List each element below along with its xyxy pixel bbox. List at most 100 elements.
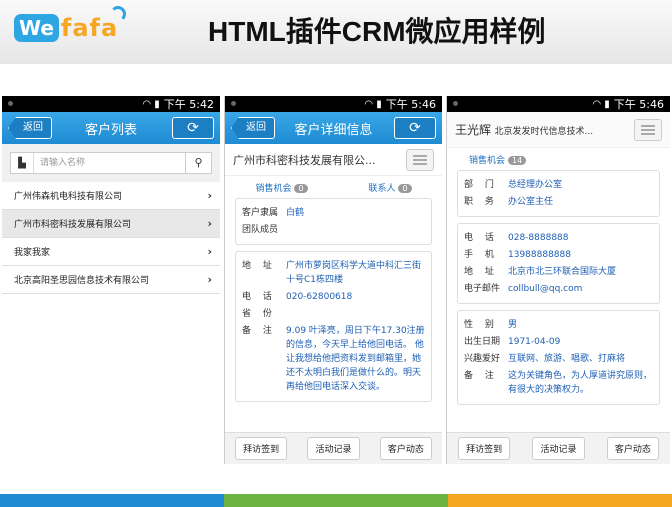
- notification-dot-icon: [8, 101, 13, 106]
- info-card: 地 址 广州市萝岗区科学大道中科汇三街十号C1栋四楼 电 话 020-6280061…: [235, 251, 432, 402]
- activity-log-button[interactable]: 活动记录: [307, 437, 360, 460]
- company-header: 广州市科密科技发展有限公...: [225, 144, 442, 176]
- field-label: 团队成员: [242, 225, 279, 235]
- tab-sales-opportunity[interactable]: 销售机会 0: [255, 181, 308, 194]
- field-row: 性 别男: [464, 318, 653, 332]
- back-button[interactable]: 返回: [231, 117, 275, 139]
- phone-customer-detail: ◠ ▮ 下午 5:46 客户详细信息 返回 ⟳ 广州市科密科技发展有限公... …: [224, 96, 442, 464]
- logo-fafa: fafa: [60, 14, 119, 42]
- list-item[interactable]: 广州伟森机电科技有限公司 ›: [2, 182, 220, 210]
- list-item[interactable]: 我家我家 ›: [2, 238, 220, 266]
- field-row: 出生日期 1971-04-09: [464, 335, 653, 349]
- contact-header: 王光辉 北京发发时代信息技术...: [447, 112, 670, 148]
- visit-checkin-button[interactable]: 拜访签到: [235, 437, 288, 460]
- contact-name: 王光辉: [455, 123, 492, 137]
- list-item-label: 广州市科密科技发展有限公司: [14, 220, 132, 230]
- logo-we: We: [14, 14, 59, 42]
- customer-feed-button[interactable]: 客户动态: [606, 437, 659, 460]
- field-label: 性 别: [464, 320, 494, 330]
- list-item-label: 我家我家: [14, 248, 51, 258]
- visit-checkin-button[interactable]: 拜访签到: [458, 437, 511, 460]
- top-bar: 客户详细信息 返回 ⟳: [225, 112, 442, 144]
- chevron-right-icon: ›: [207, 273, 212, 286]
- company-name: 广州市科密科技发展有限公...: [233, 153, 376, 167]
- list-item-label: 北京高阳圣思园信息技术有限公司: [14, 276, 150, 286]
- tab-sales-opportunity[interactable]: 销售机会 14: [469, 153, 527, 166]
- field-value: 男: [508, 320, 518, 330]
- wefafa-logo: We fafa: [14, 6, 126, 42]
- phone-customer-list: ◠ ▮ 下午 5:42 客户列表 返回 ⟳ ▙ 请输入名称 ⚲ 广州伟森机电科技…: [2, 96, 220, 464]
- field-label: 地 址: [242, 261, 272, 271]
- status-time: 下午 5:46: [385, 98, 436, 111]
- field-value: 020-62800618: [286, 292, 353, 302]
- tab-row: 销售机会 14: [447, 148, 670, 170]
- field-label: 地 址: [464, 267, 494, 277]
- top-bar: 客户列表 返回 ⟳: [2, 112, 220, 144]
- field-row: 团队成员: [242, 223, 425, 237]
- field-value: 9.09 叶泽亮，周日下午17.30注册的信息，今天早上给他回电话。 他让我想给…: [286, 326, 425, 392]
- field-row: 备 注 9.09 叶泽亮，周日下午17.30注册的信息，今天早上给他回电话。 他让…: [242, 324, 425, 394]
- customer-list: 广州伟森机电科技有限公司 › 广州市科密科技发展有限公司 › 我家我家 › 北京高阳圣…: [2, 182, 220, 294]
- wifi-signal-icon: ◠ ▮: [142, 98, 160, 110]
- field-value: 广州市萝岗区科学大道中科汇三街十号C1栋四楼: [286, 261, 422, 285]
- notification-dot-icon: [453, 101, 458, 106]
- menu-icon[interactable]: [406, 148, 434, 171]
- field-value: 白鹤: [286, 208, 305, 218]
- refresh-icon[interactable]: ⟳: [394, 117, 436, 139]
- field-label: 省 份: [242, 309, 272, 319]
- field-value: 这为关键角色，为人厚道讲究原则，有很大的决策权力。: [508, 371, 653, 395]
- tab-label: 销售机会: [255, 183, 292, 194]
- list-item[interactable]: 广州市科密科技发展有限公司 ›: [2, 210, 220, 238]
- customer-feed-button[interactable]: 客户动态: [379, 437, 432, 460]
- tab-label: 联系人: [368, 183, 396, 194]
- field-value: 028-8888888: [508, 233, 569, 243]
- field-row: 兴趣爱好 互联网、旅游、唱歌、打麻将: [464, 352, 653, 366]
- menu-icon[interactable]: [634, 118, 662, 141]
- info-card: 部 门 总经理办公室 职 务 办公室主任: [457, 170, 660, 217]
- color-segment-green: [224, 494, 448, 507]
- status-bar: ◠ ▮ 下午 5:46: [225, 96, 442, 112]
- info-card: 性 别 男 出生日期 1971-04-09 兴趣爱好 互联网、旅游、唱歌、打麻将 备 …: [457, 310, 660, 405]
- document-icon: ▙: [18, 157, 26, 169]
- chevron-right-icon: ›: [207, 245, 212, 258]
- field-row: 地 址 广州市萝岗区科学大道中科汇三街十号C1栋四楼: [242, 259, 425, 287]
- field-value: 互联网、旅游、唱歌、打麻将: [508, 354, 626, 364]
- count-badge: 0: [398, 183, 412, 193]
- refresh-icon[interactable]: ⟳: [172, 117, 214, 139]
- field-row: 部 门 总经理办公室: [464, 178, 653, 192]
- field-label: 部 门: [464, 180, 494, 190]
- chevron-right-icon: ›: [207, 189, 212, 202]
- field-label: 出生日期: [464, 337, 501, 347]
- count-badge: 14: [508, 155, 527, 165]
- list-item[interactable]: 北京高阳圣思园信息技术有限公司 ›: [2, 266, 220, 294]
- wifi-signal-icon: ◠ ▮: [364, 98, 382, 110]
- wifi-signal-icon: ◠ ▮: [592, 98, 610, 110]
- field-label: 备 注: [464, 371, 494, 381]
- phone-contact-detail: ◠ ▮ 下午 5:46 王光辉 北京发发时代信息技术... 销售机会 14 部 门…: [446, 96, 670, 464]
- count-badge: 0: [294, 183, 308, 193]
- search-field[interactable]: ▙ 请输入名称: [10, 152, 186, 174]
- field-value: collbull@qq.com: [508, 284, 583, 294]
- bottom-color-bar: [0, 494, 672, 507]
- tab-row: 销售机会 0 联系人 0: [225, 176, 442, 198]
- tab-contacts[interactable]: 联系人 0: [368, 181, 412, 194]
- info-card: 客户隶属 白鹤 团队成员: [235, 198, 432, 245]
- activity-log-button[interactable]: 活动记录: [532, 437, 585, 460]
- field-label: 电 话: [464, 233, 494, 243]
- field-row: 手 机 13988888888: [464, 248, 653, 262]
- field-value: 13988888888: [508, 250, 571, 260]
- list-item-label: 广州伟森机电科技有限公司: [14, 192, 123, 202]
- back-button[interactable]: 返回: [8, 117, 52, 139]
- field-row: 地 址 北京市北三环联合国际大厦: [464, 265, 653, 279]
- search-input[interactable]: 请输入名称: [33, 153, 185, 173]
- field-label: 兴趣爱好: [464, 354, 501, 364]
- footer-toolbar: 拜访签到 活动记录 客户动态: [225, 432, 442, 464]
- field-value: 总经理办公室: [508, 180, 563, 190]
- signal-wave-icon: [110, 6, 126, 22]
- color-segment-orange: [448, 494, 672, 507]
- footer-toolbar: 拜访签到 活动记录 客户动态: [447, 432, 670, 464]
- search-icon[interactable]: ⚲: [186, 152, 212, 174]
- field-label: 手 机: [464, 250, 494, 260]
- field-value: 北京市北三环联合国际大厦: [508, 267, 617, 277]
- field-value: 1971-04-09: [508, 337, 561, 347]
